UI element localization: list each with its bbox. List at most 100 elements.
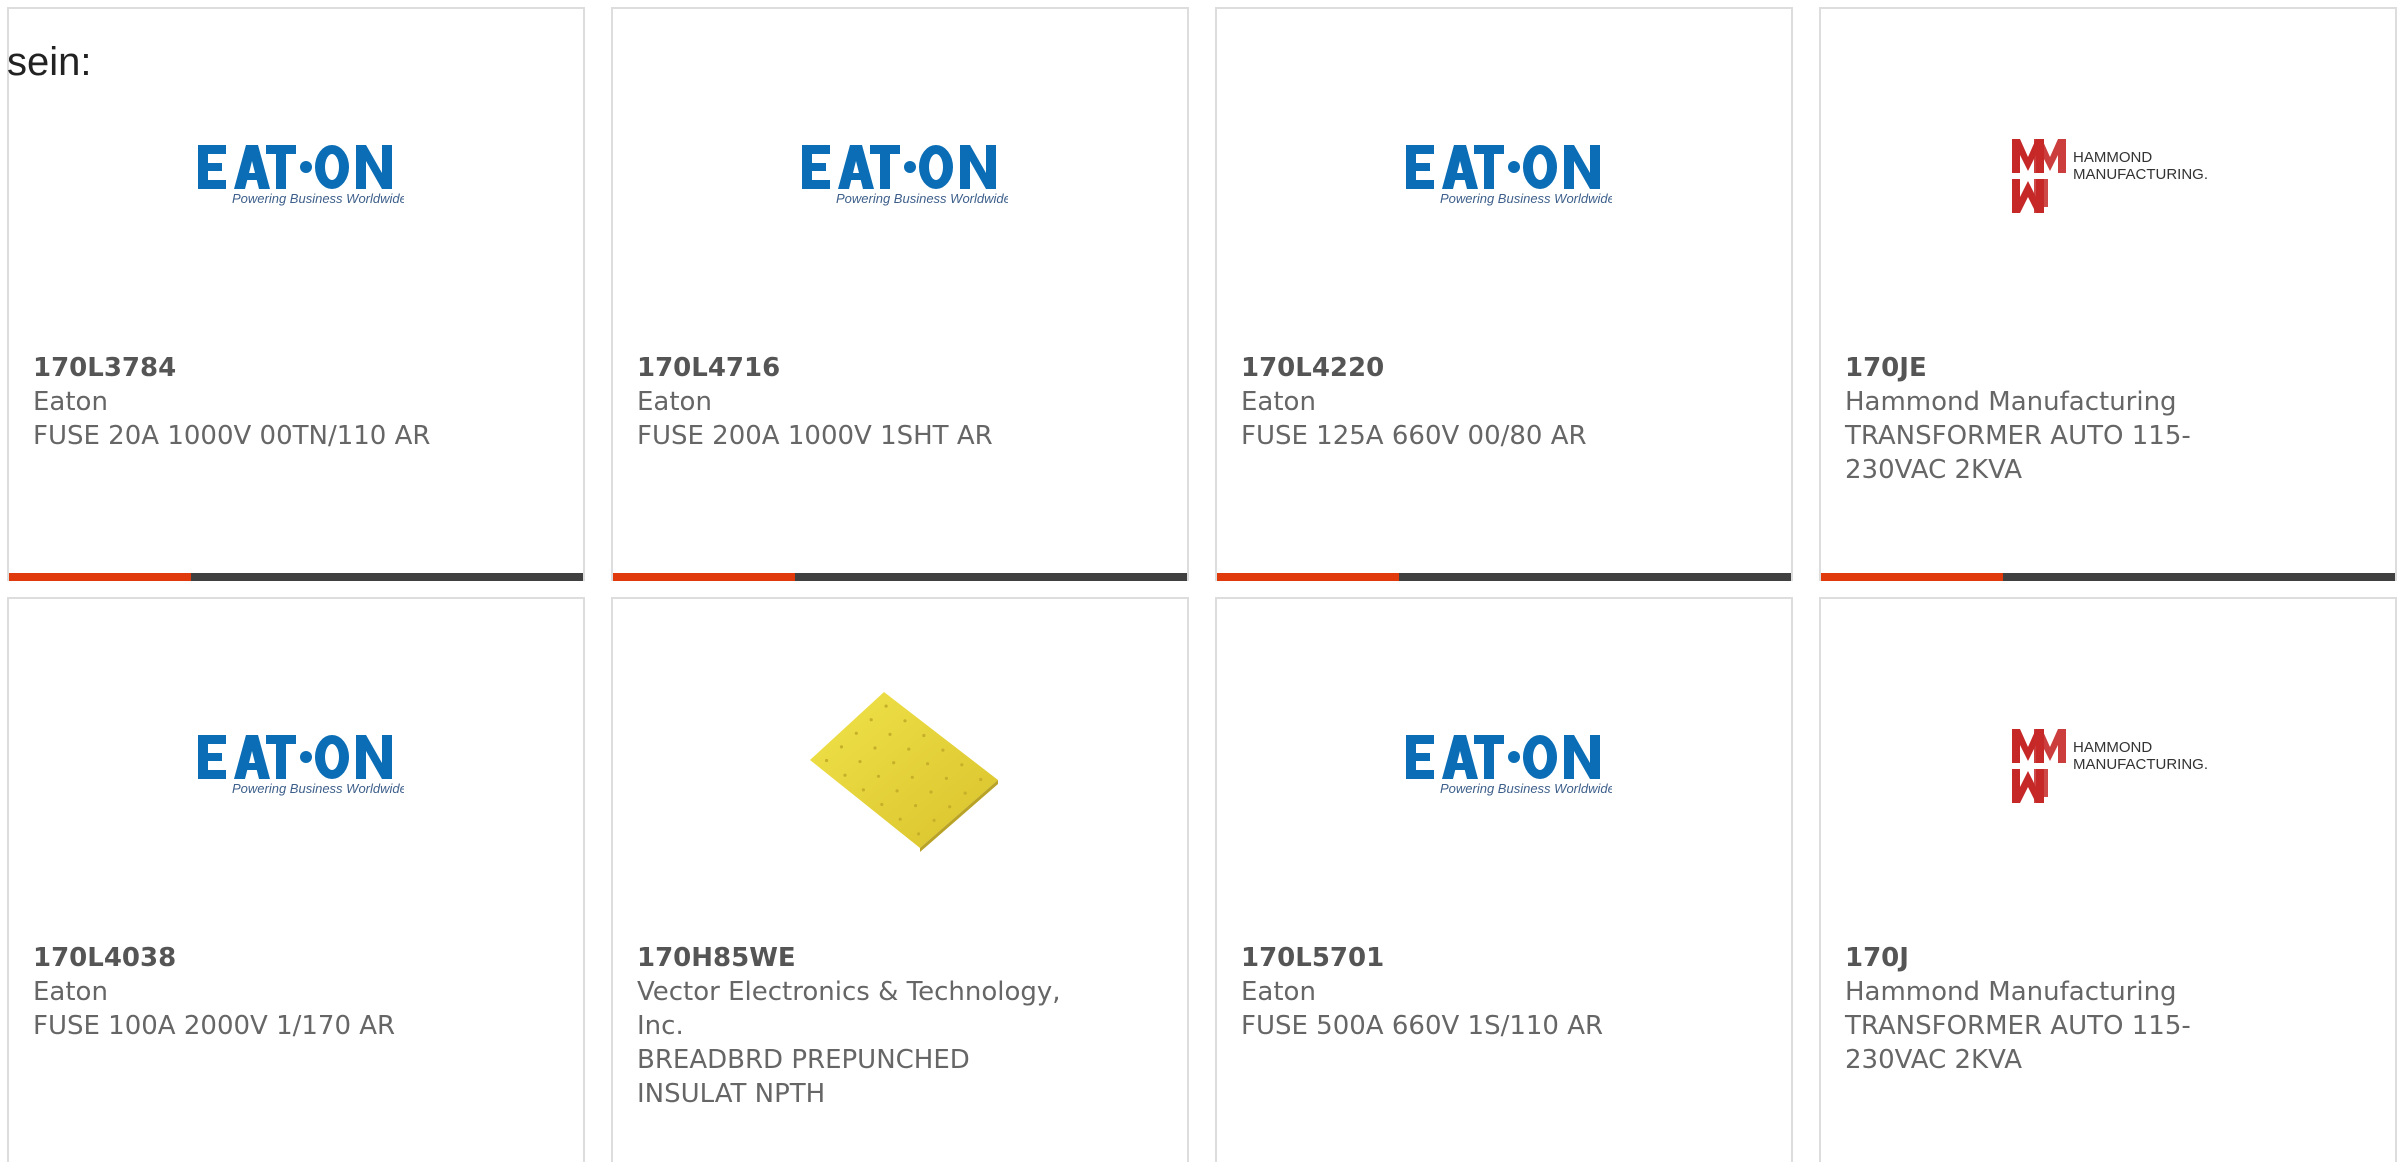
hammond-wordmark: HAMMOND MANUFACTURING. <box>2073 149 2208 183</box>
manufacturer: Eaton <box>33 977 108 1007</box>
product-info: 170JE Hammond Manufacturing TRANSFORMER AU… <box>1845 351 2335 487</box>
breadboard-hole <box>898 817 902 821</box>
breadboard-hole <box>888 732 892 736</box>
breadboard-hole <box>884 704 888 708</box>
product-info: 170L5701 Eaton FUSE 500A 660V 1S/110 AR <box>1241 941 1731 1043</box>
breadboard-hole <box>903 719 907 723</box>
eaton-tagline: Powering Business Worldwide <box>1440 781 1612 796</box>
product-card[interactable]: 170H85WE Vector Electronics & Technology,… <box>611 597 1189 1162</box>
product-description: TRANSFORMER AUTO 115-230VAC 2KVA <box>1845 421 2191 485</box>
product-grid-page: sein: Powering Business Worldwide 170L37… <box>0 0 2400 1162</box>
eaton-logo-mark: Powering Business Worldwide <box>1406 735 1615 796</box>
eaton-logo-mark: Powering Business Worldwide <box>802 145 1011 206</box>
breadboard-hole <box>922 733 926 738</box>
manufacturer: Eaton <box>637 387 712 417</box>
breadboard-hole <box>929 790 933 794</box>
eaton-logo-mark: Powering Business Worldwide <box>1406 145 1615 206</box>
eaton-logo-mark: Powering Business Worldwide <box>198 735 407 796</box>
product-description: FUSE 125A 660V 00/80 AR <box>1241 421 1587 451</box>
breadboard-hole <box>910 775 914 779</box>
product-card[interactable]: Powering Business Worldwide 170L4220 Eato… <box>1215 7 1793 581</box>
manufacturer: Eaton <box>33 387 108 417</box>
hammond-logo: HAMMOND MANUFACTURING. <box>2008 727 2218 807</box>
part-number[interactable]: 170H85WE <box>637 941 1127 975</box>
part-number[interactable]: 170L4220 <box>1241 351 1731 385</box>
product-info: 170H85WE Vector Electronics & Technology,… <box>637 941 1127 1111</box>
breadboard-hole <box>892 761 896 765</box>
breadboard-hole <box>963 791 967 795</box>
hammond-wordmark: HAMMOND MANUFACTURING. <box>2073 739 2208 773</box>
eaton-tagline: Powering Business Worldwide <box>232 191 404 206</box>
hammond-logo-mark <box>2012 139 2066 213</box>
breadboard-hole <box>926 762 930 766</box>
card-bottom-bar <box>1217 573 1791 581</box>
manufacturer: Eaton <box>1241 977 1316 1007</box>
card-bottom-bar <box>613 573 1187 581</box>
eaton-logo: Powering Business Worldwide <box>196 137 407 207</box>
product-card[interactable]: HAMMOND MANUFACTURING. 170JE Hammond Manu… <box>1819 7 2397 581</box>
breadboard-hole <box>861 788 865 792</box>
eaton-tagline: Powering Business Worldwide <box>1440 191 1612 206</box>
card-accent-bar <box>9 573 191 581</box>
product-card[interactable]: Powering Business Worldwide 170L3784 Eato… <box>7 7 585 581</box>
product-description: FUSE 500A 660V 1S/110 AR <box>1241 1011 1604 1041</box>
product-info: 170L4220 Eaton FUSE 125A 660V 00/80 AR <box>1241 351 1731 453</box>
breadboard-image <box>800 662 1008 862</box>
card-accent-bar <box>1821 573 2003 581</box>
breadboard-hole <box>880 802 884 807</box>
breadboard-hole <box>858 760 862 764</box>
card-bottom-bar <box>1821 573 2395 581</box>
intro-text: sein: <box>7 40 92 84</box>
product-info: 170L4038 Eaton FUSE 100A 2000V 1/170 AR <box>33 941 523 1043</box>
product-info: 170J Hammond Manufacturing TRANSFORMER AUT… <box>1845 941 2335 1077</box>
hammond-logo: HAMMOND MANUFACTURING. <box>2008 137 2218 217</box>
breadboard-hole <box>960 763 964 767</box>
card-bottom-bar <box>9 573 583 581</box>
breadboard-hole <box>932 818 936 822</box>
breadboard-hole <box>979 777 983 782</box>
part-number[interactable]: 170L4716 <box>637 351 1127 385</box>
product-grid: Powering Business Worldwide 170L3784 Eato… <box>7 7 2400 1162</box>
part-number[interactable]: 170JE <box>1845 351 2335 385</box>
part-number[interactable]: 170J <box>1845 941 2335 975</box>
breadboard-hole <box>873 746 877 750</box>
breadboard-hole <box>869 718 873 722</box>
breadboard-hole <box>854 731 858 735</box>
product-card[interactable]: HAMMOND MANUFACTURING. 170J Hammond Manuf… <box>1819 597 2397 1162</box>
product-description: FUSE 20A 1000V 00TN/110 AR <box>33 421 431 451</box>
manufacturer: Vector Electronics & Technology, Inc. <box>637 977 1061 1041</box>
breadboard-hole <box>944 776 948 780</box>
breadboard-hole <box>948 805 952 809</box>
manufacturer: Hammond Manufacturing <box>1845 977 2177 1007</box>
breadboard-hole <box>914 804 918 808</box>
breadboard-hole <box>876 774 881 778</box>
product-description: FUSE 200A 1000V 1SHT AR <box>637 421 993 451</box>
breadboard-hole <box>917 832 921 836</box>
hammond-logo-mark <box>2012 729 2066 803</box>
eaton-logo-mark: Powering Business Worldwide <box>198 145 407 206</box>
part-number[interactable]: 170L4038 <box>33 941 523 975</box>
part-number[interactable]: 170L3784 <box>33 351 523 385</box>
breadboard-hole <box>843 773 847 777</box>
part-number[interactable]: 170L5701 <box>1241 941 1731 975</box>
breadboard-photo <box>810 692 998 852</box>
product-description: TRANSFORMER AUTO 115-230VAC 2KVA <box>1845 1011 2191 1075</box>
eaton-tagline: Powering Business Worldwide <box>232 781 404 796</box>
manufacturer: Eaton <box>1241 387 1316 417</box>
breadboard-hole <box>941 748 945 752</box>
eaton-logo: Powering Business Worldwide <box>196 727 407 797</box>
product-description: BREADBRD PREPUNCHED INSULAT NPTH <box>637 1045 970 1109</box>
product-info: 170L3784 Eaton FUSE 20A 1000V 00TN/110 AR <box>33 351 523 453</box>
product-card[interactable]: Powering Business Worldwide 170L5701 Eato… <box>1215 597 1793 1162</box>
manufacturer: Hammond Manufacturing <box>1845 387 2177 417</box>
product-card[interactable]: Powering Business Worldwide 170L4716 Eato… <box>611 7 1189 581</box>
product-info: 170L4716 Eaton FUSE 200A 1000V 1SHT AR <box>637 351 1127 453</box>
breadboard-hole <box>907 747 911 751</box>
eaton-logo: Powering Business Worldwide <box>1404 727 1615 797</box>
card-accent-bar <box>1217 573 1399 581</box>
product-card[interactable]: Powering Business Worldwide 170L4038 Eato… <box>7 597 585 1162</box>
product-description: FUSE 100A 2000V 1/170 AR <box>33 1011 396 1041</box>
eaton-tagline: Powering Business Worldwide <box>836 191 1008 206</box>
breadboard-hole <box>825 758 829 763</box>
eaton-logo: Powering Business Worldwide <box>1404 137 1615 207</box>
